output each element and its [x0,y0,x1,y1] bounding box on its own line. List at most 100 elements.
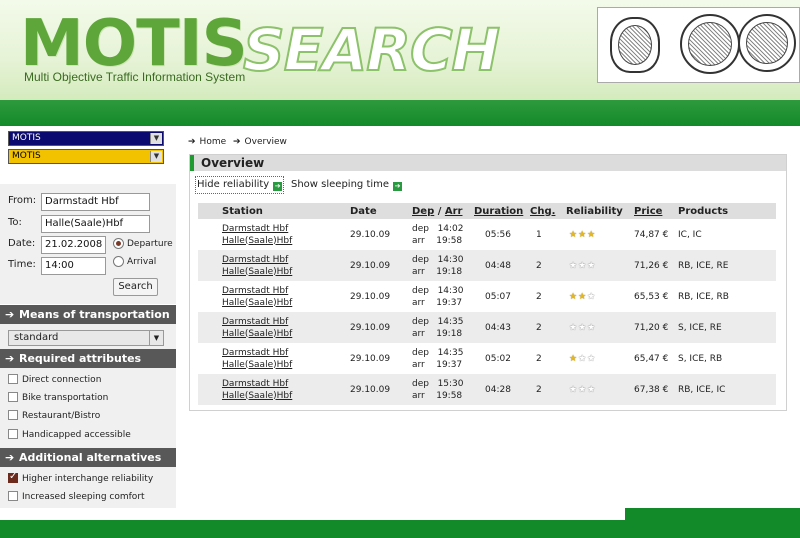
transport-select[interactable]: standard ▼ [8,330,164,346]
bike-transport-option[interactable]: Bike transportation [8,392,108,403]
col-duration[interactable]: Duration [474,203,530,219]
system-select-primary[interactable]: MOTIS ▼ [8,131,164,146]
date-cell: 29.10.09 [350,250,412,281]
sort-arr[interactable]: Arr [445,206,463,217]
to-station-link[interactable]: Halle(Saale)Hbf [222,360,292,370]
hide-reliability-link[interactable]: Hide reliability ➔ [195,176,285,194]
arrow-right-icon: ➔ [188,137,196,147]
price-cell: 71,26 € [634,250,678,281]
checkbox[interactable] [8,374,18,384]
required-heading[interactable]: ➔ Required attributes [0,349,176,368]
from-station-link[interactable]: Darmstadt Hbf [222,348,288,358]
breadcrumb-home[interactable]: Home [200,137,227,147]
reliability-stars: ★★★ [566,219,634,250]
alternatives-heading[interactable]: ➔Additional alternatives with [0,448,176,483]
star-filled-icon: ★ [578,229,588,240]
departure-radio[interactable] [113,238,124,249]
to-station-link[interactable]: Halle(Saale)Hbf [222,267,292,277]
col-changes[interactable]: Chg. [530,203,566,219]
to-station-link[interactable]: Halle(Saale)Hbf [222,391,292,401]
col-date: Date [350,203,412,219]
logo-subtitle: Multi Objective Traffic Information Syst… [24,70,246,84]
search-button[interactable]: Search [113,278,158,296]
sort-duration[interactable]: Duration [474,206,523,217]
handicapped-option[interactable]: Handicapped accessible [8,429,131,440]
table-row[interactable]: Darmstadt Hbf Halle(Saale)Hbf 29.10.09 dep … [198,219,776,250]
price-cell: 65,47 € [634,343,678,374]
date-cell: 29.10.09 [350,281,412,312]
reliability-stars: ★★★ [566,374,634,405]
checkbox-checked[interactable] [8,471,18,483]
from-station-link[interactable]: Darmstadt Hbf [222,317,288,327]
checkbox[interactable] [8,410,18,420]
direct-connection-option[interactable]: Direct connection [8,374,101,385]
checkbox-label: Direct connection [22,375,102,385]
dep-arr-cell: dep 14:30 arr 19:37 [412,281,474,312]
checkbox-label: Increased sleeping comfort [22,492,145,502]
station-cell[interactable]: Darmstadt Hbf Halle(Saale)Hbf [198,250,350,281]
interchange-reliability-option[interactable]: Higher interchange reliability [8,471,153,484]
arrival-label: Arrival [127,257,157,267]
dep-arr-cell: dep 14:02 arr 19:58 [412,219,474,250]
chevron-down-icon[interactable]: ▼ [150,133,162,144]
reliability-stars: ★★★ [566,281,634,312]
table-row[interactable]: Darmstadt Hbf Halle(Saale)Hbf 29.10.09 dep … [198,250,776,281]
table-row[interactable]: Darmstadt Hbf Halle(Saale)Hbf 29.10.09 dep … [198,374,776,405]
from-station-link[interactable]: Darmstadt Hbf [222,286,288,296]
duration-cell: 05:02 [474,343,530,374]
restaurant-option[interactable]: Restaurant/Bistro [8,410,100,421]
transport-heading[interactable]: ➔ Means of transportation [0,305,176,324]
sidebar: MOTIS ▼ MOTIS ▼ From: Darmstadt Hbf To: … [0,126,176,508]
checkbox[interactable] [8,429,18,439]
sleeping-comfort-option[interactable]: Increased sleeping comfort [8,491,145,502]
products-cell: S, ICE, RB [678,343,776,374]
chevron-down-icon[interactable]: ▼ [150,151,162,162]
to-input[interactable]: Halle(Saale)Hbf [41,215,150,233]
from-station-link[interactable]: Darmstadt Hbf [222,379,288,389]
to-station-link[interactable]: Halle(Saale)Hbf [222,329,292,339]
date-input[interactable]: 21.02.2008 [41,236,106,254]
transport-panel: standard ▼ [0,324,176,349]
table-row[interactable]: Darmstadt Hbf Halle(Saale)Hbf 29.10.09 dep … [198,343,776,374]
arrow-right-icon: ➔ [5,352,15,365]
sort-price[interactable]: Price [634,206,662,217]
station-cell[interactable]: Darmstadt Hbf Halle(Saale)Hbf [198,312,350,343]
to-station-link[interactable]: Halle(Saale)Hbf [222,236,292,246]
show-sleeping-link[interactable]: Show sleeping time ➔ [291,179,403,191]
dep-arr-cell: dep 14:30 arr 19:18 [412,250,474,281]
date-cell: 29.10.09 [350,343,412,374]
table-row[interactable]: Darmstadt Hbf Halle(Saale)Hbf 29.10.09 dep … [198,281,776,312]
go-arrow-icon[interactable]: ➔ [393,182,403,191]
from-input[interactable]: Darmstadt Hbf [41,193,150,211]
duration-cell: 05:07 [474,281,530,312]
to-station-link[interactable]: Halle(Saale)Hbf [222,298,292,308]
star-empty-icon: ★ [587,384,597,395]
dep-arr-cell: dep 15:30 arr 19:58 [412,374,474,405]
col-dep-arr[interactable]: Dep / Arr [412,203,474,219]
from-station-link[interactable]: Darmstadt Hbf [222,224,288,234]
overview-title: Overview [190,155,786,171]
col-price[interactable]: Price [634,203,678,219]
chevron-down-icon[interactable]: ▼ [149,331,163,345]
time-input[interactable]: 14:00 [41,257,106,275]
table-row[interactable]: Darmstadt Hbf Halle(Saale)Hbf 29.10.09 dep … [198,312,776,343]
alternatives-panel: Higher interchange reliability Increased… [0,467,176,508]
station-cell[interactable]: Darmstadt Hbf Halle(Saale)Hbf [198,374,350,405]
checkbox[interactable] [8,392,18,402]
sort-changes[interactable]: Chg. [530,206,555,217]
station-cell[interactable]: Darmstadt Hbf Halle(Saale)Hbf [198,281,350,312]
sort-dep[interactable]: Dep [412,206,434,217]
seal-crest-icon [738,14,796,72]
arr-label: arr [412,328,425,339]
from-station-link[interactable]: Darmstadt Hbf [222,255,288,265]
system-select-secondary[interactable]: MOTIS ▼ [8,149,164,164]
station-cell[interactable]: Darmstadt Hbf Halle(Saale)Hbf [198,343,350,374]
station-cell[interactable]: Darmstadt Hbf Halle(Saale)Hbf [198,219,350,250]
footer-light-strip [0,508,625,520]
changes-cell: 2 [530,281,566,312]
checkbox[interactable] [8,491,18,501]
go-arrow-icon[interactable]: ➔ [273,182,283,191]
dep-label: dep [412,316,429,327]
arrival-radio[interactable] [113,256,124,267]
reliability-stars: ★★★ [566,312,634,343]
